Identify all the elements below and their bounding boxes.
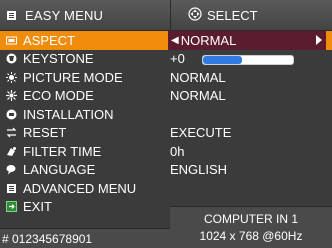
menu-item-label: RESET bbox=[23, 125, 67, 141]
input-resolution: 1024 x 768 @60Hz bbox=[199, 229, 303, 243]
menu-item-label: KEYSTONE bbox=[23, 51, 94, 67]
menu-item-picture-mode[interactable]: PICTURE MODE NORMAL bbox=[0, 68, 332, 87]
select-label: SELECT bbox=[207, 7, 258, 23]
eco-mode-icon bbox=[6, 90, 17, 102]
menu-item-reset[interactable]: RESET EXECUTE bbox=[0, 124, 332, 143]
menu-item-label: INSTALLATION bbox=[23, 106, 114, 122]
menu-item-value: NORMAL bbox=[170, 69, 226, 85]
menu-item-language[interactable]: LANGUAGE ENGLISH bbox=[0, 161, 332, 180]
menu-list: ASPECT ◀ NORMAL KEYSTONE +0 PICTURE MODE… bbox=[0, 31, 332, 216]
menu-header: EASY MENU SELECT bbox=[0, 0, 332, 31]
serial-number: # 012345678901 bbox=[2, 231, 93, 246]
language-icon bbox=[6, 164, 17, 175]
header-title: EASY MENU bbox=[25, 7, 104, 23]
advanced-menu-icon bbox=[6, 183, 17, 194]
slider-fill bbox=[203, 55, 242, 64]
menu-item-value: 0h bbox=[170, 143, 185, 159]
signal-info-panel: COMPUTER IN 1 1024 x 768 @60Hz bbox=[170, 206, 332, 248]
menu-item-label: ECO MODE bbox=[23, 88, 94, 104]
menu-item-value: ENGLISH bbox=[170, 162, 228, 178]
menu-list-icon bbox=[6, 10, 17, 21]
menu-item-label: ASPECT bbox=[23, 32, 76, 48]
filter-time-icon bbox=[6, 146, 17, 157]
exit-icon bbox=[6, 201, 17, 213]
picture-mode-icon bbox=[6, 71, 17, 83]
keystone-icon bbox=[6, 53, 17, 64]
header-select-hint: SELECT bbox=[188, 5, 258, 25]
menu-item-value: NORMAL bbox=[180, 32, 237, 48]
menu-item-label: FILTER TIME bbox=[23, 143, 102, 159]
reset-icon bbox=[6, 127, 17, 138]
header-divider bbox=[170, 0, 171, 30]
aspect-value-selector[interactable]: ◀ NORMAL bbox=[168, 31, 326, 50]
menu-item-value: NORMAL bbox=[170, 88, 226, 104]
arrow-right-icon[interactable] bbox=[316, 35, 322, 45]
menu-item-value: +0 bbox=[170, 51, 185, 67]
menu-item-eco-mode[interactable]: ECO MODE NORMAL bbox=[0, 87, 332, 106]
dpad-icon bbox=[188, 6, 202, 24]
menu-item-filter-time[interactable]: FILTER TIME 0h bbox=[0, 142, 332, 161]
input-source: COMPUTER IN 1 bbox=[203, 212, 298, 226]
menu-item-value: EXECUTE bbox=[170, 125, 232, 141]
serial-number-bar: # 012345678901 bbox=[0, 228, 170, 248]
menu-item-advanced-menu[interactable]: ADVANCED MENU bbox=[0, 179, 332, 198]
menu-item-aspect[interactable]: ASPECT ◀ NORMAL bbox=[0, 31, 332, 50]
header-title-group: EASY MENU bbox=[6, 6, 103, 24]
menu-item-keystone[interactable]: KEYSTONE +0 bbox=[0, 50, 332, 69]
menu-item-label: EXIT bbox=[23, 199, 52, 215]
menu-item-label: LANGUAGE bbox=[23, 162, 96, 178]
menu-item-label: PICTURE MODE bbox=[23, 69, 123, 85]
installation-icon bbox=[6, 109, 17, 120]
keystone-slider[interactable] bbox=[202, 54, 294, 65]
menu-item-label: ADVANCED MENU bbox=[23, 180, 137, 196]
arrow-left-icon[interactable]: ◀ bbox=[171, 35, 179, 46]
osd-menu: EASY MENU SELECT ASPECT ◀ NORMAL KEYSTON… bbox=[0, 0, 332, 248]
menu-item-installation[interactable]: INSTALLATION bbox=[0, 105, 332, 124]
aspect-icon bbox=[6, 35, 17, 46]
